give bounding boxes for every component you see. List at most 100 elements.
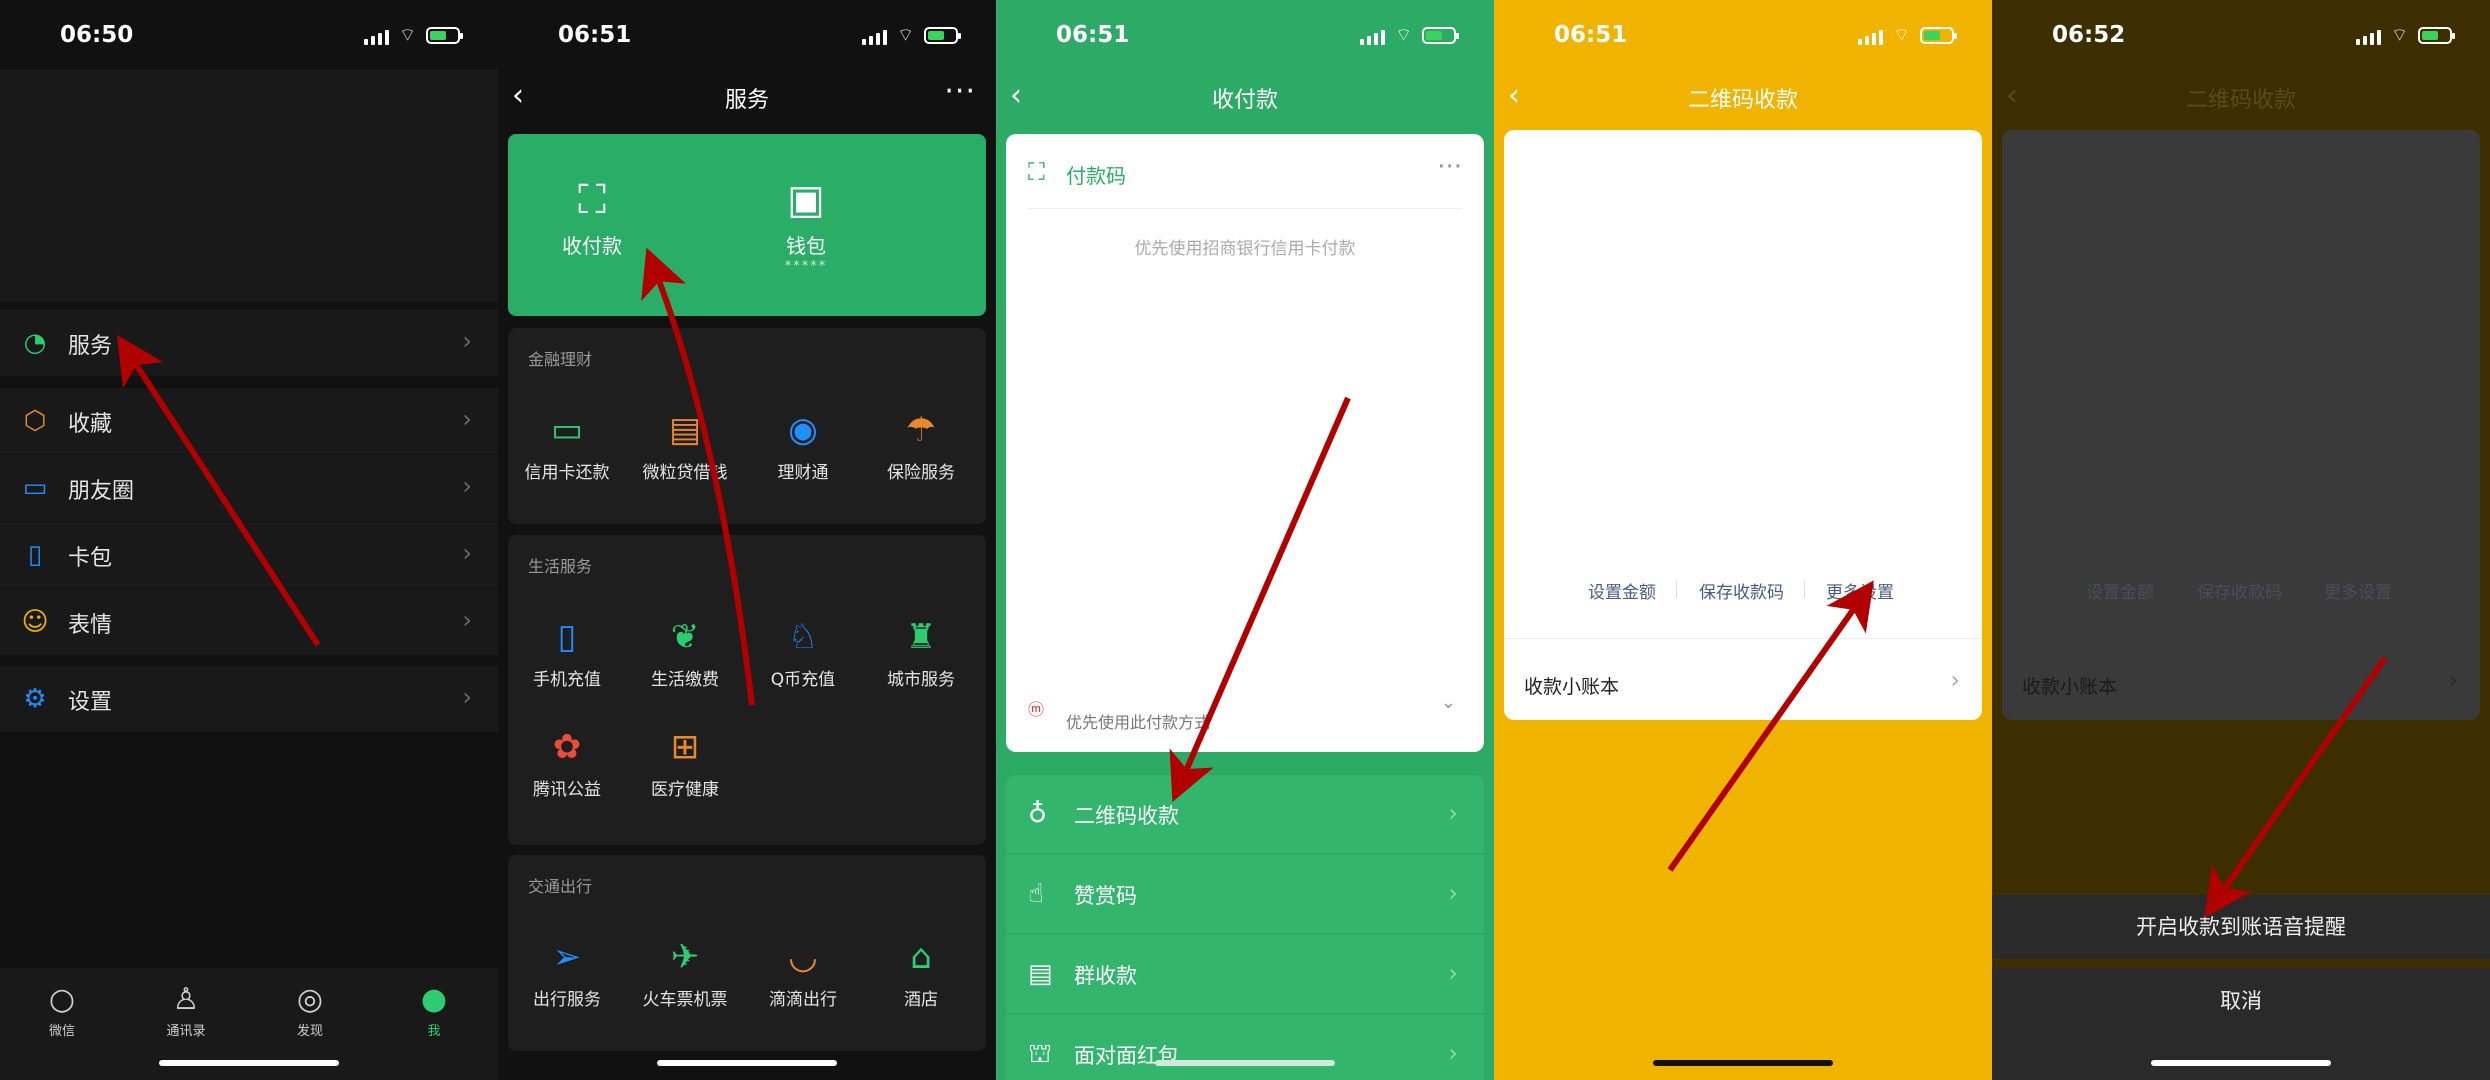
more-settings-link[interactable]: 更多设置 — [1826, 578, 1894, 603]
grid-item-credit-card[interactable]: ▭ 信用卡还款 — [508, 408, 626, 483]
scan-check-icon: ⛶ — [578, 177, 606, 223]
group-bill-icon: ▤ — [1028, 959, 1053, 989]
grid-label: 火车票机票 — [642, 990, 728, 1010]
tab-discover[interactable]: ◎ 发现 — [248, 982, 372, 1039]
page-title: 服务 — [724, 88, 769, 113]
menu-row-moments[interactable]: ▭ 朋友圈 › — [0, 455, 498, 521]
pay-button[interactable]: ⛶ 收付款 — [512, 174, 672, 259]
grid-item-utility[interactable]: ❦ 生活缴费 — [626, 615, 744, 690]
row-label: 二维码收款 — [1074, 804, 1179, 828]
emoji-smile-icon: ☺ — [21, 607, 49, 637]
grid-item-city-service[interactable]: ♜ 城市服务 — [862, 615, 980, 690]
status-time: 06:51 — [1554, 22, 1628, 48]
home-indicator — [1155, 1060, 1335, 1066]
status-bar: 06:52 ⌔ — [1992, 0, 2490, 70]
status-icons: ⌔ — [2356, 24, 2455, 47]
panel-me-page: 06:50 ⌔ ◔ 服务 › ⬡ 收藏 › ▭ 朋友圈 › ▯ 卡包 › ☺ 表… — [0, 0, 498, 1080]
grid-label: 手机充值 — [533, 670, 601, 690]
row-group-collect[interactable]: ▤ 群收款 › — [1006, 935, 1484, 1013]
divider — [1028, 208, 1462, 209]
grid-item-medical[interactable]: ⊞ 医疗健康 — [626, 725, 744, 800]
grid-item-train-plane[interactable]: ✈ 火车票机票 — [626, 935, 744, 1010]
status-bar: 06:51 ⌔ — [996, 0, 1494, 70]
payment-method-label[interactable]: 优先使用此付款方式 — [1066, 709, 1210, 733]
menu-label: 收藏 — [68, 412, 113, 437]
section-finance: 金融理财 ▭ 信用卡还款 ▤ 微粒贷借钱 ◉ 理财通 ☂ 保险服务 — [508, 328, 986, 524]
moments-picture-icon: ▭ — [22, 473, 48, 503]
service-icon: ◔ — [23, 328, 47, 358]
panel-qr-receive-page: 06:51 ⌔ ‹ 二维码收款 设置金额 保存收款码 更多设置 收款小账本 › — [1494, 0, 1992, 1080]
tab-chats[interactable]: ○ 微信 — [0, 982, 124, 1039]
status-icons: ⌔ — [1360, 24, 1459, 47]
row-appreciation-code[interactable]: ☝ 赞赏码 › — [1006, 855, 1484, 933]
menu-row-settings[interactable]: ⚙ 设置 › — [0, 666, 498, 732]
grid-item-didi[interactable]: ◡ 滴滴出行 — [744, 935, 862, 1010]
grid-label: 酒店 — [904, 990, 938, 1010]
menu-label: 表情 — [68, 613, 113, 638]
more-icon[interactable]: ··· — [944, 74, 976, 109]
status-time: 06:51 — [1056, 22, 1130, 48]
tab-contacts[interactable]: ♙ 通讯录 — [124, 982, 248, 1039]
status-icons: ⌔ — [862, 24, 961, 47]
grid-item-hotel[interactable]: ⌂ 酒店 — [862, 935, 980, 1010]
grid-item-wealth[interactable]: ◉ 理财通 — [744, 408, 862, 483]
utility-leaf-icon: ❦ — [670, 617, 700, 657]
grid-item-loan[interactable]: ▤ 微粒贷借钱 — [626, 408, 744, 483]
payment-hint: 优先使用招商银行信用卡付款 — [1134, 239, 1356, 259]
set-amount-link[interactable]: 设置金额 — [1588, 578, 1656, 603]
menu-row-cards[interactable]: ▯ 卡包 › — [0, 522, 498, 588]
panel-qr-receive-sheet: 06:52 ⌔ ‹ 二维码收款 设置金额 保存收款码 更多设置 收款小账本 › … — [1992, 0, 2490, 1080]
save-qr-link[interactable]: 保存收款码 — [1699, 578, 1784, 603]
chevron-right-icon[interactable]: › — [1950, 666, 1960, 694]
menu-row-stickers[interactable]: ☺ 表情 › — [0, 589, 498, 655]
battery-icon — [1920, 27, 1957, 44]
hotel-bed-icon: ⌂ — [910, 937, 932, 977]
contacts-icon: ♙ — [172, 982, 200, 1017]
home-indicator — [2151, 1060, 2331, 1066]
wallet-button[interactable]: ▣ 钱包 ***** — [726, 174, 886, 274]
more-settings-link: 更多设置 — [2324, 583, 2392, 603]
qq-penguin-icon: ♘ — [787, 617, 819, 657]
wifi-icon: ⌔ — [1893, 25, 1910, 46]
signal-icon — [1858, 27, 1884, 45]
divider — [1504, 638, 1982, 639]
divider — [1804, 580, 1805, 598]
more-icon[interactable]: ··· — [1437, 152, 1462, 182]
wallet-label: 钱包 — [786, 234, 826, 258]
section-title: 生活服务 — [528, 557, 593, 576]
signal-icon — [1360, 27, 1386, 45]
chevron-down-icon[interactable]: ⌄ — [1441, 692, 1456, 713]
payment-code-title: 付款码 — [1066, 164, 1126, 188]
menu-row-favorites[interactable]: ⬡ 收藏 › — [0, 388, 498, 454]
signal-icon — [364, 27, 390, 45]
wallet-icon: ▣ — [787, 177, 825, 223]
tab-me[interactable]: ● 我 — [372, 982, 496, 1039]
chevron-right-icon: › — [2448, 666, 2458, 694]
grid-label: 出行服务 — [533, 990, 601, 1010]
wifi-icon: ⌔ — [897, 25, 914, 46]
save-qr-link: 保存收款码 — [2197, 583, 2282, 603]
grid-item-qcoin[interactable]: ♘ Q币充值 — [744, 615, 862, 690]
qr-actions: 设置金额 保存收款码 更多设置 — [1504, 578, 1982, 603]
gear-icon: ⚙ — [23, 684, 47, 714]
page-title: 收付款 — [1211, 88, 1278, 113]
menu-row-service[interactable]: ◔ 服务 › — [0, 310, 498, 376]
row-face-to-face-red-packet[interactable]: ⛫ 面对面红包 › — [1006, 1015, 1484, 1080]
menu-label: 设置 — [68, 690, 113, 715]
city-service-icon: ♜ — [905, 617, 937, 657]
ledger-label[interactable]: 收款小账本 — [1524, 672, 1619, 699]
battery-icon — [924, 27, 961, 44]
grid-item-insurance[interactable]: ☂ 保险服务 — [862, 408, 980, 483]
enable-voice-alert-option[interactable]: 开启收款到账语音提醒 — [1992, 895, 2490, 959]
grid-item-travel[interactable]: ➢ 出行服务 — [508, 935, 626, 1010]
pay-wallet-card: ⛶ 收付款 ▣ 钱包 ***** — [508, 134, 986, 316]
nav-bar: ‹ 二维码收款 — [1494, 70, 1992, 122]
home-indicator — [1653, 1060, 1833, 1066]
grid-item-charity[interactable]: ✿ 腾讯公益 — [508, 725, 626, 800]
chat-bubble-icon: ○ — [48, 982, 76, 1017]
wifi-icon: ⌔ — [2391, 25, 2408, 46]
grid-item-phone-topup[interactable]: ▯ 手机充值 — [508, 615, 626, 690]
row-qr-receive[interactable]: ♁ 二维码收款 › — [1006, 775, 1484, 853]
set-amount-link: 设置金额 — [2086, 583, 2154, 603]
panel-pay-receive-page: 06:51 ⌔ ‹ 收付款 ⛶ 付款码 ··· 优先使用招商银行信用卡付款 ⓜ … — [996, 0, 1494, 1080]
